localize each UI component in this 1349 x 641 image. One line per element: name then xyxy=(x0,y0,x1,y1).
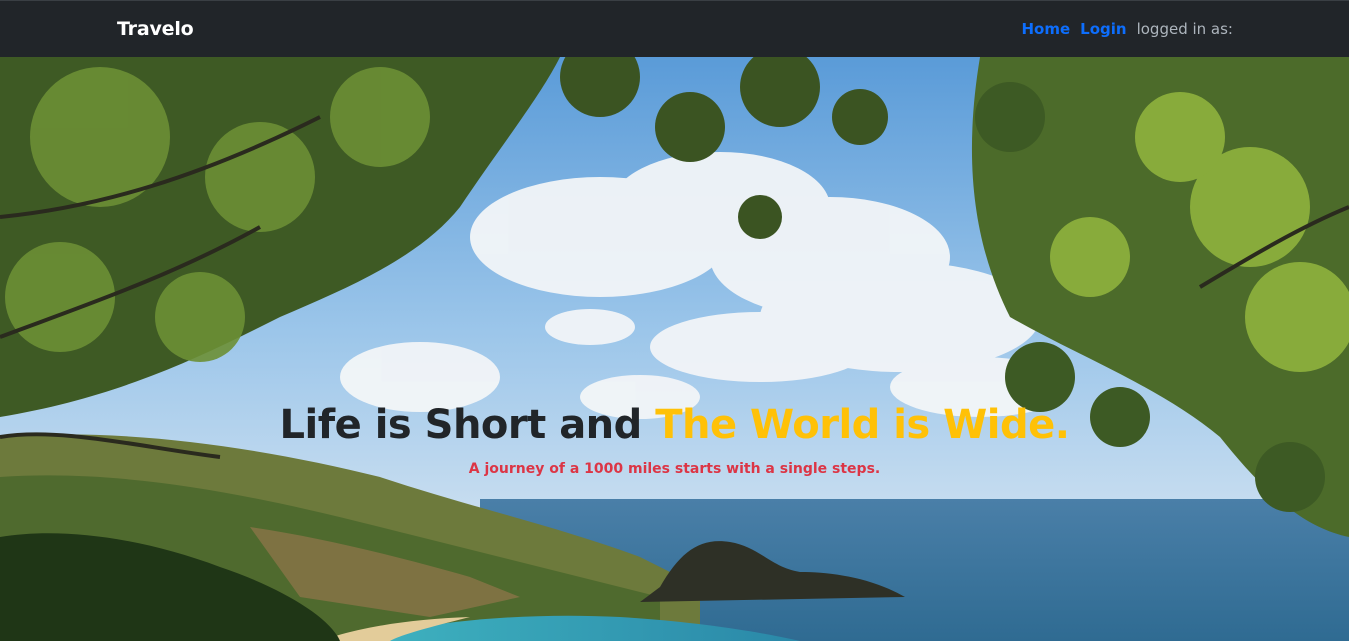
nav-link-home[interactable]: Home xyxy=(1021,20,1070,38)
logged-in-status: logged in as: xyxy=(1136,20,1233,38)
headline-part1: Life is Short and xyxy=(279,402,656,448)
headline-accent: The World is Wide. xyxy=(655,402,1070,448)
nav-link-login[interactable]: Login xyxy=(1080,20,1126,38)
hero-headline: Life is Short and The World is Wide. xyxy=(0,402,1349,448)
navbar: Travelo Home Login logged in as: xyxy=(0,0,1349,57)
brand-logo[interactable]: Travelo xyxy=(117,18,194,40)
hero-background-image xyxy=(0,57,1349,641)
hero-tagline: A journey of a 1000 miles starts with a … xyxy=(468,461,881,477)
nav-menu: Home Login logged in as: xyxy=(1021,20,1233,38)
hero-section: Life is Short and The World is Wide. A j… xyxy=(0,57,1349,641)
